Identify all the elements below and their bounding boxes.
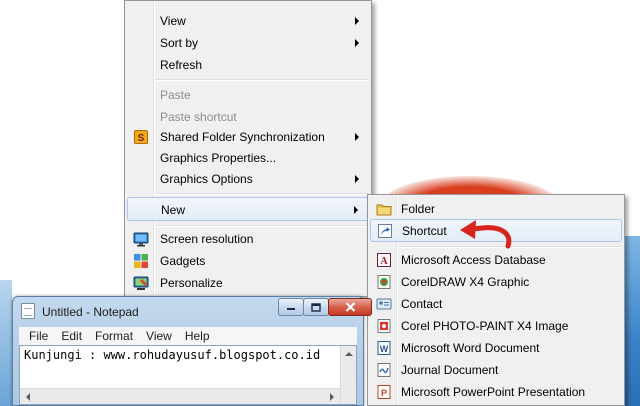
menu-item-label: Corel PHOTO-PAINT X4 Image bbox=[401, 319, 569, 333]
menu-separator bbox=[155, 79, 369, 81]
menu-view[interactable]: View bbox=[146, 329, 172, 343]
menu-item-label: CorelDRAW X4 Graphic bbox=[401, 275, 530, 289]
menu-item-label: Microsoft PowerPoint Presentation bbox=[401, 385, 586, 399]
submenu-arrow-icon bbox=[355, 133, 359, 141]
access-database-icon: A bbox=[376, 252, 392, 268]
menu-help[interactable]: Help bbox=[185, 329, 210, 343]
menu-item-label: Paste bbox=[160, 88, 191, 102]
menu-item-label: New bbox=[161, 203, 186, 217]
svg-text:A: A bbox=[380, 256, 388, 267]
submenu-arrow-icon bbox=[354, 206, 358, 214]
menu-item-graphics-options[interactable]: Graphics Options bbox=[127, 168, 369, 190]
photo-paint-icon bbox=[376, 318, 392, 334]
word-document-icon: W bbox=[376, 340, 392, 356]
shortcut-icon bbox=[377, 223, 393, 239]
menu-item-personalize[interactable]: Personalize bbox=[127, 272, 369, 294]
maximize-button[interactable] bbox=[303, 298, 329, 316]
submenu-arrow-icon bbox=[355, 175, 359, 183]
menu-item-gadgets[interactable]: Gadgets bbox=[127, 250, 369, 272]
menu-item-label: Folder bbox=[401, 202, 436, 216]
menu-item-label: Screen resolution bbox=[160, 232, 254, 246]
minimize-button[interactable] bbox=[278, 298, 304, 316]
svg-text:P: P bbox=[381, 388, 387, 398]
menu-item-shared-folder-sync[interactable]: S Shared Folder Synchronization bbox=[127, 126, 369, 148]
svg-text:W: W bbox=[380, 344, 389, 354]
notepad-menubar: File Edit Format View Help bbox=[19, 327, 357, 345]
folder-icon bbox=[376, 201, 392, 217]
menu-item-label: Microsoft Word Document bbox=[401, 341, 540, 355]
powerpoint-icon: P bbox=[376, 384, 392, 400]
menu-item-new[interactable]: New bbox=[127, 197, 369, 221]
menu-item-screen-resolution[interactable]: Screen resolution bbox=[127, 228, 369, 250]
maximize-icon bbox=[311, 302, 321, 312]
menu-item-label: Shortcut bbox=[402, 224, 447, 238]
menu-item-paste-shortcut[interactable]: Paste shortcut bbox=[127, 106, 369, 128]
menu-format[interactable]: Format bbox=[95, 329, 133, 343]
menu-item-label: View bbox=[160, 14, 186, 28]
coreldraw-icon bbox=[376, 274, 392, 290]
shared-folder-sync-icon: S bbox=[133, 129, 149, 145]
menu-item-label: Microsoft Access Database bbox=[401, 253, 546, 267]
minimize-icon bbox=[287, 308, 295, 310]
menu-edit[interactable]: Edit bbox=[61, 329, 82, 343]
notepad-text: Kunjungi : www.rohudayusuf.blogspot.co.i… bbox=[24, 348, 321, 362]
contact-icon bbox=[376, 296, 392, 312]
submenu-item-coreldraw[interactable]: CorelDRAW X4 Graphic bbox=[370, 271, 622, 293]
menu-item-label: Gadgets bbox=[160, 254, 206, 268]
menu-item-view[interactable]: View bbox=[127, 10, 369, 32]
menu-separator bbox=[155, 225, 369, 227]
submenu-item-word-document[interactable]: W Microsoft Word Document bbox=[370, 337, 622, 359]
menu-separator bbox=[155, 193, 369, 195]
menu-item-refresh[interactable]: Refresh bbox=[127, 54, 369, 76]
submenu-item-powerpoint[interactable]: P Microsoft PowerPoint Presentation bbox=[370, 381, 622, 403]
menu-item-paste[interactable]: Paste bbox=[127, 84, 369, 106]
annotation-arrow-icon bbox=[460, 220, 512, 249]
menu-item-label: Refresh bbox=[160, 58, 203, 72]
submenu-arrow-icon bbox=[355, 17, 359, 25]
submenu-item-photo-paint[interactable]: Corel PHOTO-PAINT X4 Image bbox=[370, 315, 622, 337]
menu-item-label: Sort by bbox=[160, 36, 199, 50]
wallpaper-edge-left bbox=[0, 280, 12, 406]
menu-item-label: Personalize bbox=[160, 276, 223, 290]
screen-resolution-icon bbox=[133, 231, 149, 247]
submenu-item-contact[interactable]: Contact bbox=[370, 293, 622, 315]
submenu-arrow-icon bbox=[355, 39, 359, 47]
vertical-scrollbar[interactable] bbox=[340, 346, 356, 404]
menu-item-label: Paste shortcut bbox=[160, 110, 237, 124]
menu-item-graphics-properties[interactable]: Graphics Properties... bbox=[127, 147, 369, 169]
menu-item-label: Shared Folder Synchronization bbox=[160, 130, 325, 144]
window-title: Untitled - Notepad bbox=[42, 305, 139, 319]
menu-item-label: Graphics Options bbox=[160, 172, 253, 186]
menu-item-label: Graphics Properties... bbox=[160, 151, 277, 165]
close-button[interactable] bbox=[328, 298, 372, 316]
gadgets-icon bbox=[133, 253, 149, 269]
notepad-window: Untitled - Notepad File Edit Format View… bbox=[12, 296, 372, 406]
menu-item-label: Journal Document bbox=[401, 363, 499, 377]
menu-file[interactable]: File bbox=[29, 329, 48, 343]
personalize-icon bbox=[133, 275, 149, 291]
svg-text:S: S bbox=[138, 133, 145, 144]
desktop-context-menu: View Sort by Refresh Paste Paste shortcu… bbox=[124, 0, 372, 297]
menu-item-label: Contact bbox=[401, 297, 443, 311]
journal-document-icon bbox=[376, 362, 392, 378]
submenu-item-journal-document[interactable]: Journal Document bbox=[370, 359, 622, 381]
close-icon bbox=[345, 302, 355, 312]
notepad-icon bbox=[21, 303, 35, 319]
menu-item-sort-by[interactable]: Sort by bbox=[127, 32, 369, 54]
horizontal-scrollbar[interactable] bbox=[20, 388, 340, 404]
notepad-text-area[interactable]: Kunjungi : www.rohudayusuf.blogspot.co.i… bbox=[19, 345, 357, 405]
